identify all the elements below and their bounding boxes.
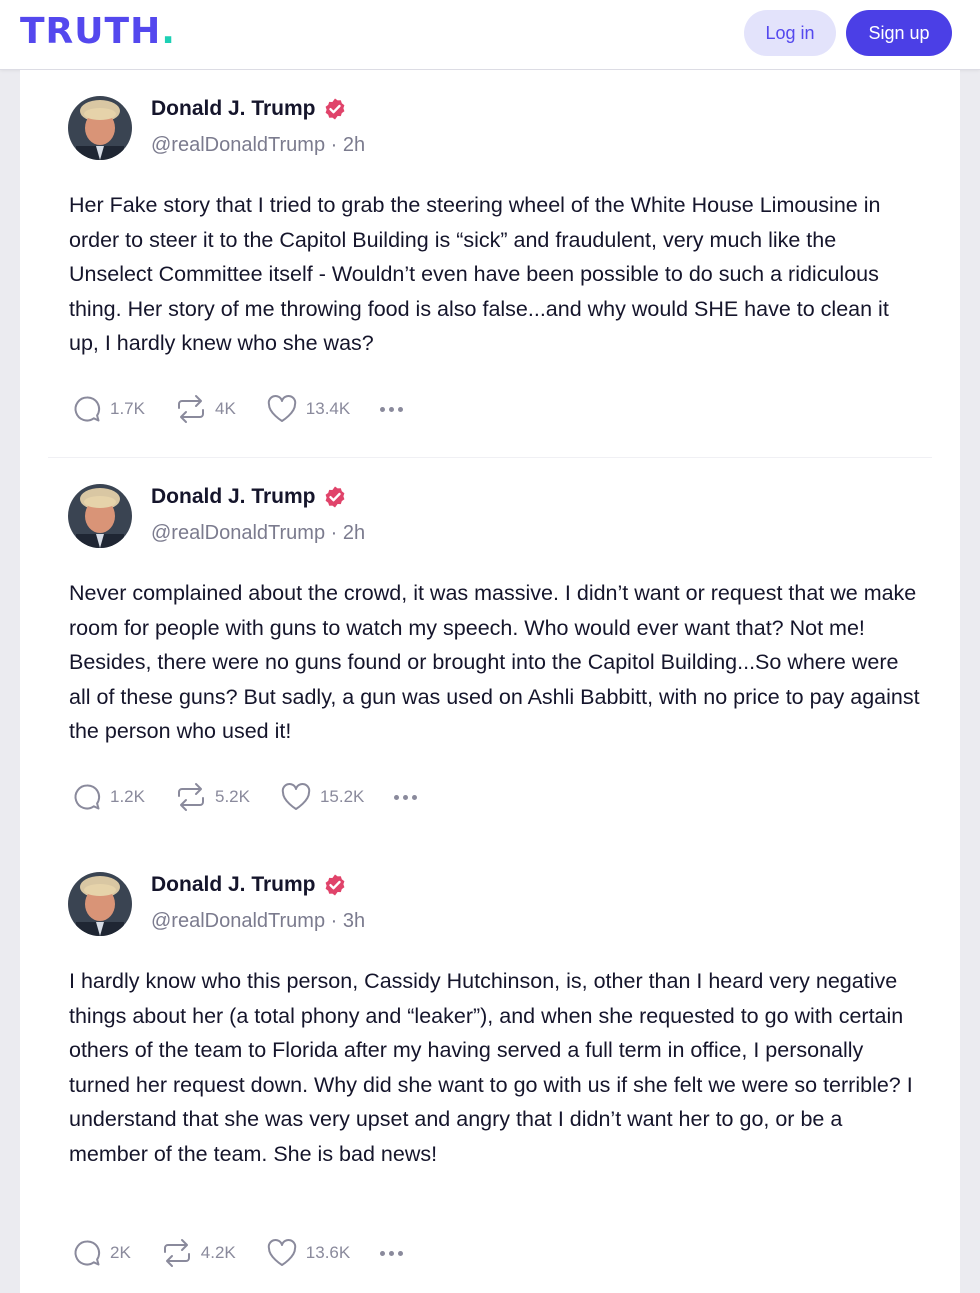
login-button[interactable]: Log in	[744, 10, 836, 56]
more-dot-icon	[389, 1250, 395, 1256]
more-dot-icon	[398, 406, 404, 412]
more-options-button[interactable]	[394, 794, 418, 800]
post-text: Her Fake story that I tried to grab the …	[69, 193, 889, 355]
verified-badge-icon	[325, 486, 344, 508]
author-row: Donald J. Trump	[151, 485, 347, 509]
like-count: 15.2K	[319, 787, 365, 806]
like-button[interactable]: 15.2K	[280, 782, 364, 812]
more-dot-icon	[380, 1250, 386, 1256]
retruth-count: 4.2K	[200, 1243, 236, 1262]
heart-icon	[267, 1239, 296, 1266]
reply-icon	[74, 784, 101, 810]
reply-count: 1.7K	[110, 399, 145, 418]
verified-badge-icon	[325, 98, 344, 120]
feed: Donald J. Trump @realDonaldTrump · 2h He…	[20, 70, 960, 1293]
more-dot-icon	[394, 794, 400, 800]
avatar-photo-icon	[68, 872, 132, 936]
author-name[interactable]: Donald J. Trump	[151, 485, 316, 509]
author-handle[interactable]: @realDonaldTrump	[151, 522, 325, 544]
post[interactable]: Donald J. Trump @realDonaldTrump · 2h He…	[20, 70, 960, 458]
more-options-button[interactable]	[380, 1250, 404, 1256]
meta-separator: ·	[330, 522, 343, 544]
author-name[interactable]: Donald J. Trump	[151, 97, 316, 121]
more-options-button[interactable]	[380, 406, 404, 412]
reply-icon	[74, 396, 101, 422]
top-bar: TRUTH. Log in Sign up	[0, 0, 980, 70]
post-actions: 1.7K 4K 13.4K	[72, 392, 404, 426]
post-time[interactable]: 2h	[343, 522, 365, 544]
like-button[interactable]: 13.6K	[266, 1238, 350, 1268]
like-count: 13.6K	[305, 1243, 351, 1262]
reply-button[interactable]: 2K	[72, 1238, 131, 1268]
like-button[interactable]: 13.4K	[266, 394, 350, 424]
heart-icon	[267, 395, 296, 422]
post-actions: 2K 4.2K 13.6K	[72, 1236, 404, 1270]
avatar-photo-icon	[68, 96, 132, 160]
retruth-icon	[177, 783, 204, 811]
author-name[interactable]: Donald J. Trump	[151, 873, 316, 897]
retruth-count: 5.2K	[214, 787, 250, 806]
retruth-icon	[177, 395, 204, 423]
reply-count: 1.2K	[110, 787, 145, 806]
post-actions: 1.2K 5.2K 15.2K	[72, 780, 418, 814]
verified-badge-icon	[325, 874, 344, 896]
retruth-button[interactable]: 5.2K	[175, 782, 250, 812]
post[interactable]: Donald J. Trump @realDonaldTrump · 2h Ne…	[20, 458, 960, 846]
like-count: 13.4K	[305, 399, 351, 418]
post-time[interactable]: 2h	[343, 134, 365, 156]
post-text: I hardly know who this person, Cassidy H…	[69, 969, 913, 1166]
retruth-icon	[163, 1239, 190, 1267]
signup-button[interactable]: Sign up	[846, 10, 952, 56]
author-handle[interactable]: @realDonaldTrump	[151, 134, 325, 156]
author-row: Donald J. Trump	[151, 97, 347, 121]
reply-button[interactable]: 1.7K	[72, 394, 145, 424]
more-dot-icon	[403, 794, 409, 800]
avatar[interactable]	[68, 96, 132, 160]
avatar[interactable]	[68, 484, 132, 548]
retruth-button[interactable]: 4K	[175, 394, 236, 424]
retruth-button[interactable]: 4.2K	[161, 1238, 236, 1268]
post-meta: @realDonaldTrump · 2h	[151, 522, 365, 545]
post-time[interactable]: 3h	[343, 910, 365, 932]
reply-icon	[74, 1240, 101, 1266]
reply-count: 2K	[110, 1243, 131, 1262]
more-dot-icon	[380, 406, 386, 412]
logo-dot: .	[161, 11, 176, 52]
truth-logo[interactable]: TRUTH.	[20, 11, 176, 52]
meta-separator: ·	[330, 910, 343, 932]
more-dot-icon	[412, 794, 418, 800]
logo-text: TRUTH	[20, 11, 162, 52]
post-meta: @realDonaldTrump · 3h	[151, 910, 365, 933]
avatar-photo-icon	[68, 484, 132, 548]
author-row: Donald J. Trump	[151, 873, 347, 897]
author-handle[interactable]: @realDonaldTrump	[151, 910, 325, 932]
post-meta: @realDonaldTrump · 2h	[151, 134, 365, 157]
avatar[interactable]	[68, 872, 132, 936]
meta-separator: ·	[330, 134, 343, 156]
post-text: Never complained about the crowd, it was…	[69, 581, 920, 743]
reply-button[interactable]: 1.2K	[72, 782, 145, 812]
more-dot-icon	[398, 1250, 404, 1256]
more-dot-icon	[389, 406, 395, 412]
retruth-count: 4K	[214, 399, 236, 418]
heart-icon	[281, 783, 311, 810]
post[interactable]: Donald J. Trump @realDonaldTrump · 3h I …	[20, 846, 960, 1293]
